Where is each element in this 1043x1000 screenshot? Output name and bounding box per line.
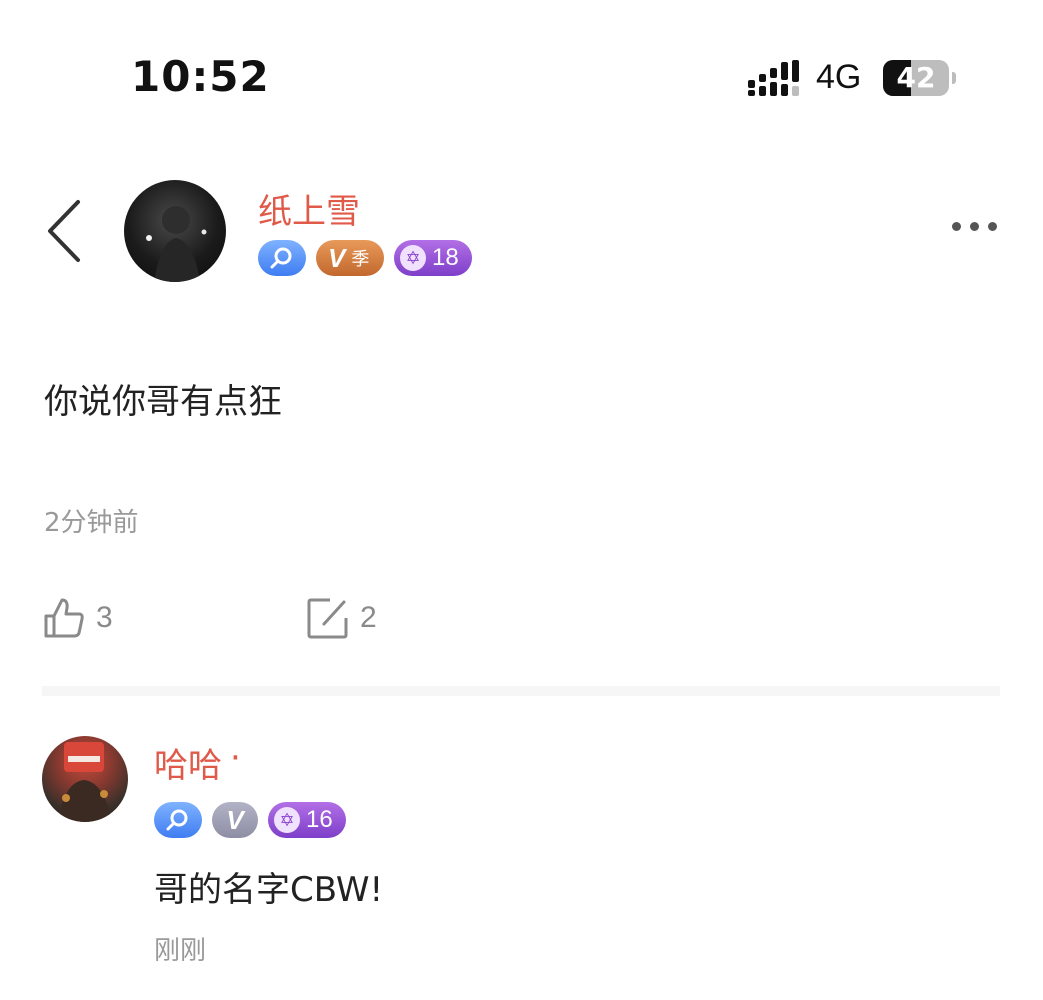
comment-button[interactable]: 2 bbox=[306, 596, 377, 640]
author-avatar[interactable] bbox=[124, 180, 226, 282]
comment-content: 哥的名字CBW! bbox=[154, 870, 384, 910]
avatar-photo bbox=[146, 206, 207, 282]
post-time: 2分钟前 bbox=[44, 508, 139, 538]
commenter-avatar[interactable] bbox=[42, 736, 128, 822]
name-separator: · bbox=[230, 738, 241, 778]
commenter-name[interactable]: 哈哈 bbox=[154, 738, 222, 787]
vip-season-label: 季 bbox=[351, 249, 370, 269]
level-badge[interactable]: ✡ 16 bbox=[268, 802, 346, 838]
level-number: 18 bbox=[432, 244, 459, 271]
battery-cap bbox=[952, 72, 956, 84]
comment-count: 2 bbox=[360, 601, 377, 634]
battery-level: 42 bbox=[896, 61, 936, 94]
status-time: 10:52 bbox=[131, 52, 270, 101]
author-name[interactable]: 纸上雪 bbox=[258, 184, 360, 233]
magnifier-icon bbox=[270, 247, 292, 269]
search-badge-icon[interactable] bbox=[258, 240, 306, 276]
thumbs-up-icon bbox=[44, 598, 84, 638]
signal-icon bbox=[748, 60, 799, 96]
star-icon: ✡ bbox=[274, 807, 300, 833]
vip-badge[interactable]: V bbox=[212, 802, 258, 838]
network-type: 4G bbox=[816, 58, 862, 96]
star-icon: ✡ bbox=[400, 245, 426, 271]
more-dot bbox=[970, 222, 979, 231]
like-button[interactable]: 3 bbox=[42, 596, 113, 640]
like-count: 3 bbox=[96, 601, 113, 634]
more-dot bbox=[952, 222, 961, 231]
avatar-photo bbox=[58, 742, 112, 822]
commenter-badges: V ✡ 16 bbox=[154, 802, 346, 838]
more-dot bbox=[988, 222, 997, 231]
magnifier-icon bbox=[166, 809, 188, 831]
more-options-icon[interactable] bbox=[950, 216, 1000, 240]
vip-label: V bbox=[328, 242, 346, 273]
vip-season-badge[interactable]: V 季 bbox=[316, 240, 384, 276]
battery-icon: 42 bbox=[883, 60, 949, 96]
search-badge-icon[interactable] bbox=[154, 802, 202, 838]
vip-label: V bbox=[226, 804, 244, 835]
post-content: 你说你哥有点狂 bbox=[44, 382, 282, 422]
level-badge[interactable]: ✡ 18 bbox=[394, 240, 472, 276]
comment-time: 刚刚 bbox=[154, 936, 207, 966]
author-badges: V 季 ✡ 18 bbox=[258, 240, 472, 276]
edit-comment-icon bbox=[307, 598, 348, 639]
section-divider bbox=[42, 686, 1000, 696]
level-number: 16 bbox=[306, 806, 333, 833]
back-arrow-icon[interactable] bbox=[44, 198, 84, 264]
